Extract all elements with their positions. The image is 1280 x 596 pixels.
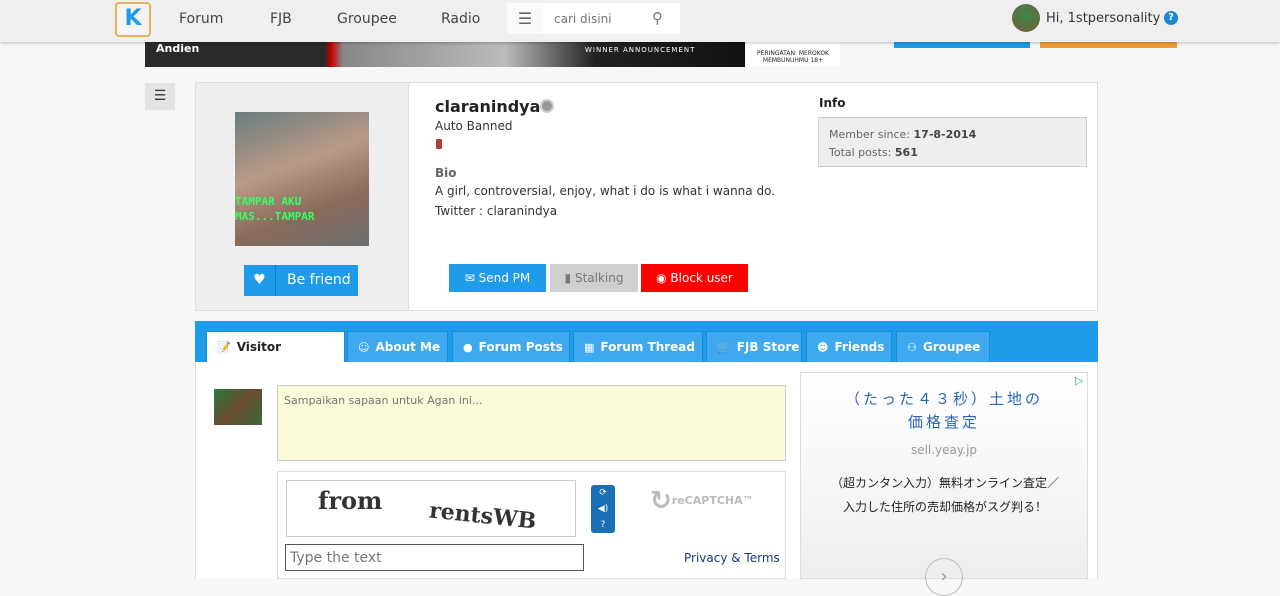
tab-forum-posts[interactable]: ● Forum Posts	[452, 331, 570, 362]
banner-strip-orange	[1040, 42, 1177, 48]
nav-fjb[interactable]: FJB	[270, 11, 292, 27]
stalking-button[interactable]: ▮ Stalking	[550, 264, 638, 292]
offline-status-icon	[540, 99, 554, 113]
block-user-button[interactable]: ◉ Block user	[641, 264, 748, 292]
bio-text: A girl, controversial, enjoy, what i do …	[435, 184, 776, 198]
bookmark-icon: ▮	[564, 271, 575, 285]
eye-slash-icon: ◉	[656, 271, 671, 285]
nav-groupee[interactable]: Groupee	[337, 11, 397, 27]
calendar-icon: ▦	[584, 341, 595, 354]
user-rank: Auto Banned	[435, 119, 513, 133]
privacy-terms-link[interactable]: Privacy & Terms	[684, 551, 780, 565]
side-menu-toggle[interactable]: ☰	[145, 83, 175, 110]
search-bar: ☰ ⚲	[507, 3, 680, 34]
user-greeting[interactable]: Hi, 1stpersonality	[1046, 11, 1160, 26]
bulb-icon: ☺	[358, 341, 370, 354]
visitor-message-panel: from rentsWB ⟳ ◀) ? ↻reCAPTCHA™ Privacy …	[195, 362, 1098, 596]
visitor-message-input[interactable]	[277, 385, 786, 461]
kaskus-logo[interactable]: K	[115, 2, 151, 37]
info-box: Member since: 17-8-2014 Total posts: 561	[818, 117, 1087, 167]
nav-radio[interactable]: Radio	[441, 11, 480, 27]
photo-caption: TAMPAR AKU MAS...TAMPAR	[235, 195, 315, 223]
captcha-controls: ⟳ ◀) ?	[591, 485, 615, 533]
tab-fjb-store[interactable]: 🛒 FJB Store	[706, 331, 802, 362]
username: claranindya	[435, 97, 541, 116]
help-icon[interactable]: ?	[591, 517, 615, 533]
envelope-icon: ✉	[464, 271, 479, 285]
banner-announcement: WINNER ANNOUNCEMENT	[585, 46, 696, 54]
heart-icon: ♥	[244, 265, 276, 296]
captcha-input[interactable]	[285, 544, 584, 571]
nav-forum[interactable]: Forum	[179, 11, 223, 27]
chat-icon: ●	[463, 341, 473, 354]
sidebar-ad[interactable]: ▷ （たった４３秒）土地の価格査定 sell.yeay.jp （超カンタン入力）…	[800, 372, 1088, 596]
send-pm-label: Send PM	[478, 271, 531, 285]
banner-name: Andien	[156, 42, 200, 55]
profile-left-panel: TAMPAR AKU MAS...TAMPAR ♥ Be friend	[196, 83, 409, 310]
adchoices-icon[interactable]: ▷	[1075, 374, 1083, 387]
banner-strip-blue	[894, 42, 1030, 48]
hamburger-menu-icon[interactable]: ☰	[507, 3, 543, 34]
note-icon: 📝	[217, 341, 231, 354]
profile-card: TAMPAR AKU MAS...TAMPAR ♥ Be friend clar…	[195, 82, 1098, 311]
stalking-label: Stalking	[574, 271, 624, 285]
ad-url[interactable]: sell.yeay.jp	[801, 443, 1087, 457]
bio-heading: Bio	[435, 166, 457, 180]
recaptcha-logo: ↻reCAPTCHA™	[650, 486, 754, 516]
cart-icon: 🛒	[717, 341, 731, 354]
member-since: Member since: 17-8-2014	[829, 128, 977, 141]
help-icon[interactable]: ?	[1164, 11, 1178, 25]
ad-body: （超カンタン入力）無料オンライン査定／ 入力した住所の売却価格がスグ判る！	[831, 476, 1060, 514]
refresh-icon[interactable]: ⟳	[591, 485, 615, 501]
info-heading: Info	[819, 96, 846, 110]
top-navbar: K Forum FJB Groupee Radio ☰ ⚲ Hi, 1stper…	[0, 0, 1280, 42]
ad-next-arrow-icon[interactable]: ›	[925, 558, 963, 596]
ad-title[interactable]: （たった４３秒）土地の価格査定	[801, 388, 1087, 434]
captcha-image: from rentsWB	[286, 480, 576, 537]
captcha-word-1: from	[318, 486, 383, 515]
profile-tabs: 📝Visitor Message ☺About Me ●Forum Posts …	[195, 321, 1098, 385]
be-friend-button[interactable]: ♥ Be friend	[244, 265, 358, 296]
reputation-icon	[436, 139, 442, 149]
search-icon[interactable]: ⚲	[652, 9, 663, 27]
bio-twitter: Twitter : claranindya	[435, 204, 558, 218]
send-pm-button[interactable]: ✉ Send PM	[449, 264, 546, 292]
total-posts: Total posts: 561	[829, 146, 918, 159]
profile-photo: TAMPAR AKU MAS...TAMPAR	[235, 112, 369, 246]
captcha-word-2: rentsWB	[427, 497, 538, 535]
recaptcha-widget: from rentsWB ⟳ ◀) ? ↻reCAPTCHA™ Privacy …	[277, 471, 786, 579]
tab-about-me[interactable]: ☺ About Me	[347, 331, 448, 362]
age-badge: 18+	[810, 57, 824, 64]
audio-icon[interactable]: ◀)	[591, 501, 615, 517]
tab-visitor-message[interactable]: 📝Visitor Message	[206, 331, 345, 385]
block-user-label: Block user	[670, 271, 733, 285]
ad-banner[interactable]: Andien WINNER ANNOUNCEMENT	[145, 42, 745, 67]
user-avatar[interactable]	[1012, 4, 1040, 32]
groupee-icon: ⚇	[907, 341, 917, 354]
tab-friends[interactable]: ☻ Friends	[806, 331, 892, 362]
be-friend-label: Be friend	[287, 272, 351, 288]
visitor-avatar	[214, 389, 262, 425]
tab-forum-thread[interactable]: ▦ Forum Thread	[573, 331, 703, 362]
tab-groupee[interactable]: ⚇ Groupee	[896, 331, 990, 362]
friends-icon: ☻	[817, 341, 829, 354]
banner-warning: PERINGATAN: MEROKOK MEMBUNUHMU 18+	[746, 42, 840, 67]
